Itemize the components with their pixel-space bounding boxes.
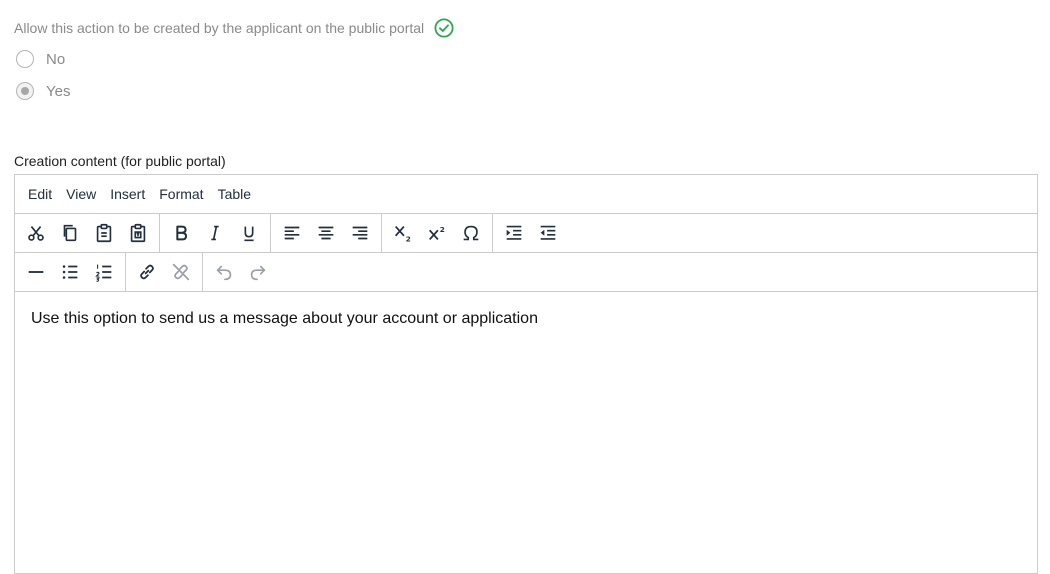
link-icon xyxy=(140,264,154,280)
check-circle-icon xyxy=(434,18,454,38)
radio-no-label: No xyxy=(46,50,66,68)
cut-icon xyxy=(28,226,44,241)
editor-menubar: Edit View Insert Format Table xyxy=(15,175,1037,214)
undo-icon xyxy=(216,265,232,281)
svg-text:2: 2 xyxy=(406,234,411,243)
numbered-list-icon xyxy=(95,264,112,282)
bullet-list-button[interactable] xyxy=(53,257,87,287)
redo-button[interactable] xyxy=(241,257,275,287)
align-right-icon xyxy=(352,226,368,240)
editor-toolbar-row-2 xyxy=(15,253,1037,292)
menu-insert[interactable]: Insert xyxy=(103,180,152,208)
align-center-button[interactable] xyxy=(309,218,343,248)
unlink-icon xyxy=(172,263,190,281)
menu-view[interactable]: View xyxy=(59,180,103,208)
horizontal-rule-icon xyxy=(28,271,44,273)
rich-text-editor: Edit View Insert Format Table 2 2 Use th… xyxy=(14,174,1038,574)
bullet-list-icon xyxy=(62,265,78,279)
permission-label-text: Allow this action to be created by the a… xyxy=(14,20,425,36)
copy-icon xyxy=(63,224,77,242)
align-right-button[interactable] xyxy=(343,218,377,248)
creation-content-label: Creation content (for public portal) xyxy=(14,153,226,169)
paste-icon xyxy=(96,223,112,243)
radio-no[interactable] xyxy=(16,50,34,68)
svg-text:2: 2 xyxy=(440,225,445,234)
undo-button[interactable] xyxy=(207,257,241,287)
menu-edit[interactable]: Edit xyxy=(21,180,59,208)
paste-button[interactable] xyxy=(87,218,121,248)
special-char-icon xyxy=(463,225,479,241)
formatting-group xyxy=(160,214,271,252)
menu-format[interactable]: Format xyxy=(152,180,210,208)
bold-icon xyxy=(176,225,188,241)
script-group: 2 2 xyxy=(382,214,493,252)
editor-toolbar-row-1: 2 2 xyxy=(15,214,1037,253)
menu-table[interactable]: Table xyxy=(211,180,258,208)
paste-text-icon xyxy=(130,223,146,243)
clipboard-group xyxy=(15,214,160,252)
horizontal-rule-button[interactable] xyxy=(19,257,53,287)
align-left-icon xyxy=(284,226,300,240)
copy-button[interactable] xyxy=(53,218,87,248)
subscript-button[interactable]: 2 xyxy=(386,218,420,248)
radio-option-no[interactable]: No xyxy=(16,50,65,68)
editor-content-text: Use this option to send us a message abo… xyxy=(31,310,538,327)
indent-button[interactable] xyxy=(497,218,531,248)
unlink-button[interactable] xyxy=(164,257,198,287)
align-left-button[interactable] xyxy=(275,218,309,248)
radio-yes-label: Yes xyxy=(46,82,71,100)
italic-icon xyxy=(211,225,219,241)
public-portal-permission-label: Allow this action to be created by the a… xyxy=(14,18,454,38)
link-group xyxy=(126,253,203,291)
superscript-button[interactable]: 2 xyxy=(420,218,454,248)
bold-button[interactable] xyxy=(164,218,198,248)
alignment-group xyxy=(271,214,382,252)
special-char-button[interactable] xyxy=(454,218,488,248)
italic-button[interactable] xyxy=(198,218,232,248)
subscript-icon: 2 xyxy=(395,226,411,243)
redo-icon xyxy=(250,265,266,281)
underline-button[interactable] xyxy=(232,218,266,248)
history-group xyxy=(203,253,279,291)
outdent-icon xyxy=(540,225,556,240)
outdent-button[interactable] xyxy=(531,218,565,248)
radio-option-yes[interactable]: Yes xyxy=(16,82,70,100)
link-button[interactable] xyxy=(130,257,164,287)
indent-group xyxy=(493,214,569,252)
paste-text-button[interactable] xyxy=(121,218,155,248)
numbered-list-button[interactable] xyxy=(87,257,121,287)
cut-button[interactable] xyxy=(19,218,53,248)
superscript-icon: 2 xyxy=(429,225,445,240)
underline-icon xyxy=(244,226,254,242)
radio-yes[interactable] xyxy=(16,82,34,100)
indent-icon xyxy=(506,225,522,240)
editor-content-area[interactable]: Use this option to send us a message abo… xyxy=(15,292,1037,346)
insert-group xyxy=(15,253,126,291)
align-center-icon xyxy=(318,226,334,240)
